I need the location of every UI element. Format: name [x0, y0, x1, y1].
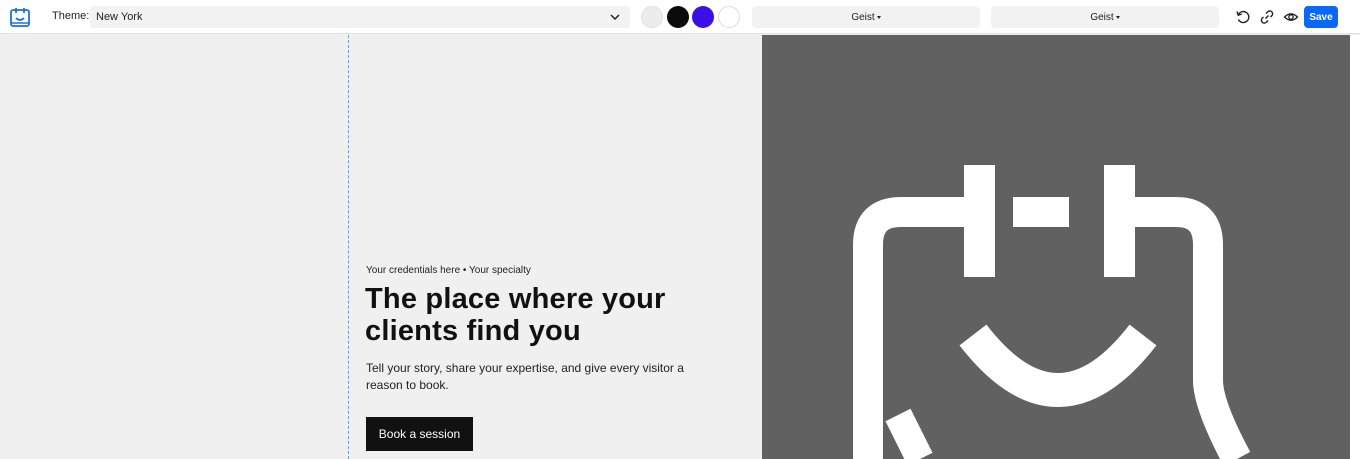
color-swatch-blue[interactable]: [692, 6, 714, 28]
canvas-right-edge: [1350, 35, 1360, 459]
link-icon[interactable]: [1259, 9, 1275, 25]
caret-down-icon: [876, 15, 881, 19]
body-font-value: Geist: [1090, 11, 1114, 23]
smiley-calendar-logo-graphic: [853, 165, 1251, 459]
color-swatch-light-gray[interactable]: [641, 6, 663, 28]
page-preview-canvas: [0, 35, 762, 459]
reset-icon[interactable]: [1235, 9, 1251, 25]
caret-down-icon: [1115, 15, 1120, 19]
theme-select-value: New York: [96, 11, 143, 23]
editor-toolbar: Theme: New York Geist Geist Save: [0, 0, 1360, 34]
column-guide-line: [348, 35, 349, 459]
hero-image[interactable]: [762, 35, 1350, 459]
hero-subtext[interactable]: Tell your story, share your expertise, a…: [366, 360, 686, 394]
theme-label: Theme:: [52, 10, 90, 22]
body-font-select[interactable]: Geist: [991, 6, 1219, 28]
heading-font-value: Geist: [851, 11, 875, 23]
heading-font-select[interactable]: Geist: [752, 6, 980, 28]
color-swatch-black[interactable]: [667, 6, 689, 28]
hero-headline[interactable]: The place where your clients find you: [365, 283, 695, 347]
book-session-button[interactable]: Book a session: [366, 417, 473, 451]
save-button[interactable]: Save: [1304, 6, 1338, 28]
eye-icon[interactable]: [1283, 9, 1299, 25]
color-swatch-white[interactable]: [718, 6, 740, 28]
calendar-logo-icon[interactable]: [9, 6, 31, 28]
chevron-down-icon: [610, 14, 620, 21]
hero-credentials[interactable]: Your credentials here • Your specialty: [366, 265, 531, 276]
theme-select[interactable]: New York: [90, 6, 630, 28]
